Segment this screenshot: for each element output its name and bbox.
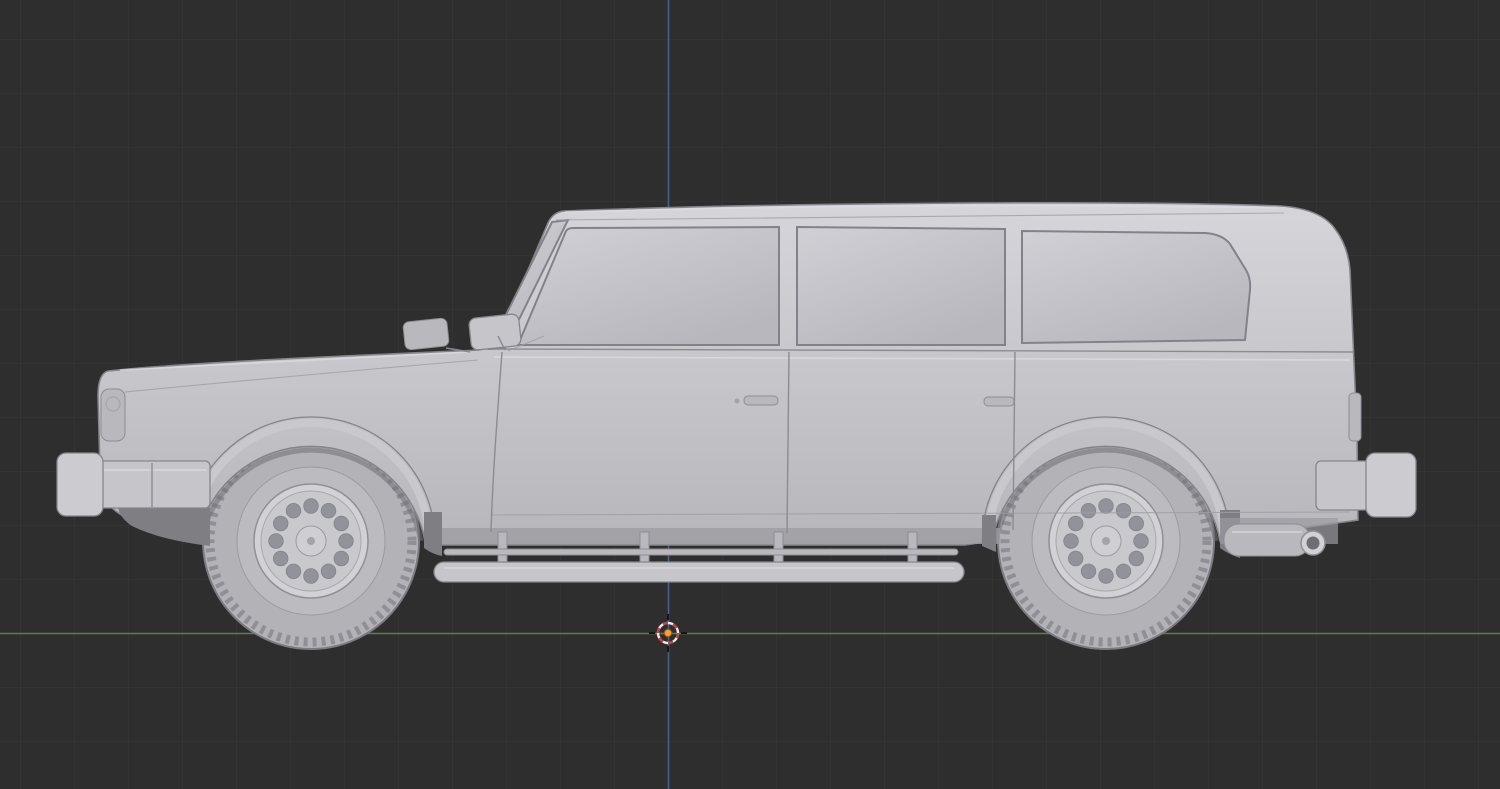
object-origin-dot [663, 628, 673, 638]
front-door-lock [734, 398, 740, 404]
rear-bumper-end-cap [1365, 452, 1417, 518]
rear-bumper-bar [1315, 460, 1373, 511]
step-upper-rail [443, 548, 959, 556]
viewport-canvas[interactable] [0, 0, 1500, 789]
side-mirror [468, 313, 522, 351]
exhaust-muffler [1223, 523, 1311, 557]
far-side-mirror [402, 317, 450, 351]
front-bumper-end-cap [56, 452, 104, 517]
tailpipe-bore [1306, 536, 1320, 550]
blender-3d-viewport[interactable] [0, 0, 1500, 789]
rear-door-handle [983, 396, 1015, 407]
quarter-window [1021, 229, 1252, 345]
taillight [1348, 392, 1362, 442]
rear-front-mud-flap [982, 515, 996, 552]
front-mud-flap [424, 512, 442, 556]
rear-door-window [796, 225, 1006, 346]
front-door-handle [743, 395, 779, 406]
running-board [433, 561, 965, 583]
front-bumper-bar [87, 460, 211, 509]
